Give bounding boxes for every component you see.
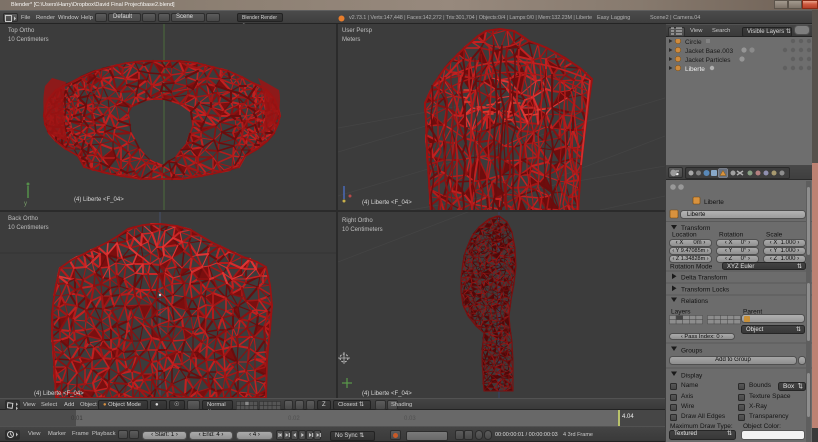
- svg-text:Jacket Base.003: Jacket Base.003: [685, 48, 733, 55]
- svg-text:Object Color:: Object Color:: [743, 423, 781, 430]
- svg-text:Rotation: Rotation: [719, 232, 744, 239]
- svg-text:Circle: Circle: [685, 39, 702, 46]
- svg-text:Groups: Groups: [681, 348, 703, 355]
- svg-text:Transform Locks: Transform Locks: [681, 287, 730, 294]
- svg-text:Delta Transform: Delta Transform: [681, 275, 727, 282]
- svg-text:Display: Display: [681, 373, 703, 380]
- svg-text:Relations: Relations: [681, 298, 709, 305]
- svg-text:Liberte: Liberte: [685, 66, 705, 73]
- svg-text:Jacket Particles: Jacket Particles: [685, 57, 731, 64]
- svg-text:Scale: Scale: [766, 232, 783, 239]
- svg-text:Liberte: Liberte: [704, 199, 724, 206]
- svg-text:Rotation Mode: Rotation Mode: [670, 264, 713, 271]
- svg-text:Maximum Draw Type:: Maximum Draw Type:: [670, 423, 733, 430]
- svg-text:Location: Location: [672, 232, 697, 239]
- svg-text:y: y: [24, 201, 27, 207]
